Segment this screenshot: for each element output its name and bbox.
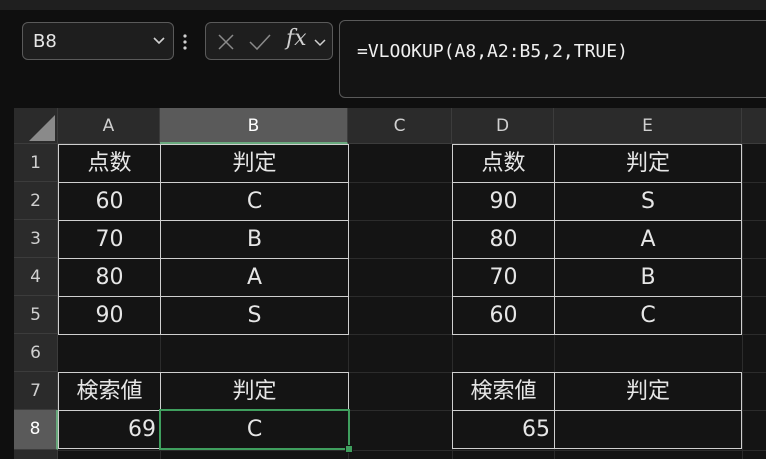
cell-d2[interactable]: 90 <box>452 182 555 221</box>
row-header-6[interactable]: 6 <box>14 334 58 372</box>
cell-d1[interactable]: 点数 <box>452 144 555 183</box>
cell-b5[interactable]: S <box>160 296 349 335</box>
row-header-3[interactable]: 3 <box>14 220 58 258</box>
left-panel-edge <box>0 10 14 459</box>
column-header-f[interactable] <box>742 108 766 144</box>
formula-text: =VLOOKUP(A8,A2:B5,2,TRUE) <box>357 41 628 62</box>
gridline <box>58 450 766 451</box>
column-header-d[interactable]: D <box>452 108 554 144</box>
cell-e7[interactable]: 判定 <box>554 372 742 411</box>
cell-b7[interactable]: 判定 <box>160 372 349 411</box>
row-header-1[interactable]: 1 <box>14 144 58 182</box>
select-all-button[interactable] <box>14 108 58 144</box>
cell-e2[interactable]: S <box>554 182 742 221</box>
column-header-b[interactable]: B <box>160 108 348 144</box>
cell-a1[interactable]: 点数 <box>58 144 161 183</box>
more-options-icon[interactable] <box>182 32 188 52</box>
row-header-8[interactable]: 8 <box>14 410 58 450</box>
cell-b3[interactable]: B <box>160 220 349 259</box>
cell-a7[interactable]: 検索値 <box>58 372 161 411</box>
ribbon-strip <box>0 0 766 10</box>
row-header-9[interactable] <box>14 450 58 459</box>
cell-d8[interactable]: 65 <box>452 410 555 449</box>
cell-e1[interactable]: 判定 <box>554 144 742 183</box>
formula-bar-area: B8 fx =VLOOKUP(A8,A2:B5,2,TRUE) <box>14 10 766 110</box>
row-header-7[interactable]: 7 <box>14 372 58 410</box>
row-header-4[interactable]: 4 <box>14 258 58 296</box>
chevron-down-icon[interactable] <box>151 32 167 48</box>
insert-function-button[interactable]: fx <box>286 26 307 51</box>
cell-a4[interactable]: 80 <box>58 258 161 297</box>
cell-e5[interactable]: C <box>554 296 742 335</box>
enter-check-icon[interactable] <box>248 32 272 52</box>
chevron-down-icon[interactable] <box>313 35 327 49</box>
cell-a8[interactable]: 69 <box>58 410 161 449</box>
formula-actions: fx <box>205 22 333 60</box>
select-all-triangle-icon <box>29 115 55 141</box>
cell-d4[interactable]: 70 <box>452 258 555 297</box>
cell-d5[interactable]: 60 <box>452 296 555 335</box>
cell-e4[interactable]: B <box>554 258 742 297</box>
fill-handle[interactable] <box>345 445 353 453</box>
cell-d3[interactable]: 80 <box>452 220 555 259</box>
column-header-e[interactable]: E <box>554 108 742 144</box>
cell-a2[interactable]: 60 <box>58 182 161 221</box>
row-header-2[interactable]: 2 <box>14 182 58 220</box>
gridline <box>742 144 743 459</box>
active-cell-selection <box>159 409 350 450</box>
column-header-c[interactable]: C <box>348 108 452 144</box>
cell-a3[interactable]: 70 <box>58 220 161 259</box>
cell-e3[interactable]: A <box>554 220 742 259</box>
cell-b4[interactable]: A <box>160 258 349 297</box>
cell-a5[interactable]: 90 <box>58 296 161 335</box>
row-header-5[interactable]: 5 <box>14 296 58 334</box>
cell-b1[interactable]: 判定 <box>160 144 349 183</box>
column-header-a[interactable]: A <box>58 108 160 144</box>
cell-b2[interactable]: C <box>160 182 349 221</box>
formula-input[interactable]: =VLOOKUP(A8,A2:B5,2,TRUE) <box>339 20 766 98</box>
name-box-value: B8 <box>33 31 57 52</box>
name-box[interactable]: B8 <box>22 22 174 60</box>
cancel-icon[interactable] <box>216 32 236 52</box>
cell-e8[interactable] <box>554 410 742 449</box>
cell-d7[interactable]: 検索値 <box>452 372 555 411</box>
spreadsheet-grid: A B C D E 1 2 3 4 5 6 7 8 点数 判定 60 C 70 … <box>14 108 766 459</box>
